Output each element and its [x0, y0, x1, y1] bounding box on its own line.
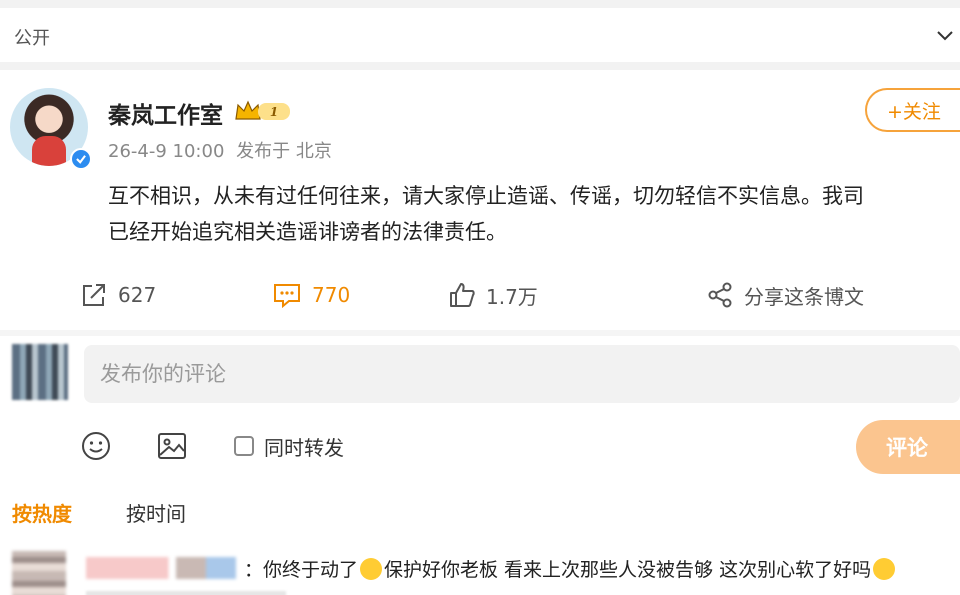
- submit-comment-button[interactable]: 评论: [856, 420, 960, 474]
- repost-icon: [83, 284, 105, 306]
- comment-text-part: 保护好你老板 看来上次那些人没被告够 这次别心软了好吗: [384, 559, 872, 581]
- like-button[interactable]: 1.7万: [448, 278, 538, 312]
- visibility-selector[interactable]: 公开: [0, 8, 960, 64]
- section-divider: [0, 330, 960, 336]
- comment-item: ：你终于动了 保护好你老板 看来上次那些人没被告够 这次别心软了好吗: [0, 545, 960, 595]
- post-body: 互不相识，从未有过任何往来，请大家停止造谣、传谣，切勿轻信不实信息。我司 已经开…: [108, 178, 960, 250]
- comment-icon: [274, 284, 300, 308]
- avatar-figure: [32, 136, 66, 166]
- chevron-down-icon[interactable]: [936, 28, 954, 42]
- repost-checkbox[interactable]: [234, 436, 254, 456]
- top-divider: [0, 0, 960, 8]
- post-date: 26-4-9 10:00: [108, 141, 225, 162]
- verified-icon: [70, 148, 92, 170]
- commenter-avatar[interactable]: [12, 551, 66, 595]
- vip-crown-badge-icon: 1: [235, 100, 290, 120]
- section-divider: [0, 62, 960, 70]
- comment-input[interactable]: [84, 345, 960, 403]
- repost-checkbox-label[interactable]: 同时转发: [264, 432, 344, 461]
- comment-count: 770: [312, 283, 351, 307]
- vip-level: 1: [270, 105, 278, 119]
- comment-meta-blurred: [86, 591, 286, 595]
- image-icon[interactable]: [156, 430, 188, 462]
- post-source: 发布于 北京: [236, 141, 332, 162]
- share-label: 分享这条博文: [744, 284, 864, 309]
- follow-button[interactable]: +关注: [865, 88, 960, 132]
- sort-by-time-tab[interactable]: 按时间: [126, 498, 186, 527]
- author-name[interactable]: 秦岚工作室: [108, 96, 223, 130]
- post-meta: 26-4-9 10:00 发布于 北京: [108, 137, 332, 163]
- thumbs-up-icon: [450, 283, 475, 307]
- comment-text: ：你终于动了 保护好你老板 看来上次那些人没被告够 这次别心软了好吗: [244, 555, 897, 582]
- post-text-line: 已经开始追究相关造谣诽谤者的法律责任。: [108, 220, 507, 244]
- visibility-label: 公开: [14, 28, 50, 49]
- sort-by-hot-tab[interactable]: 按热度: [12, 498, 72, 527]
- like-count: 1.7万: [486, 284, 538, 309]
- smile-emoji-icon: [873, 558, 896, 580]
- crying-emoji-icon: [360, 558, 383, 580]
- commenter-name-blurred[interactable]: [86, 557, 236, 579]
- emoji-icon[interactable]: [80, 430, 112, 462]
- post-text-line: 互不相识，从未有过任何往来，请大家停止造谣、传谣，切勿轻信不实信息。我司: [108, 184, 864, 208]
- repost-button[interactable]: 627: [80, 278, 156, 312]
- comment-text-part: ：你终于动了: [244, 559, 359, 581]
- comment-button[interactable]: 770: [272, 278, 350, 312]
- share-button[interactable]: 分享这条博文: [706, 278, 864, 312]
- repost-count: 627: [118, 283, 157, 307]
- current-user-avatar: [12, 344, 68, 400]
- share-icon: [708, 282, 732, 308]
